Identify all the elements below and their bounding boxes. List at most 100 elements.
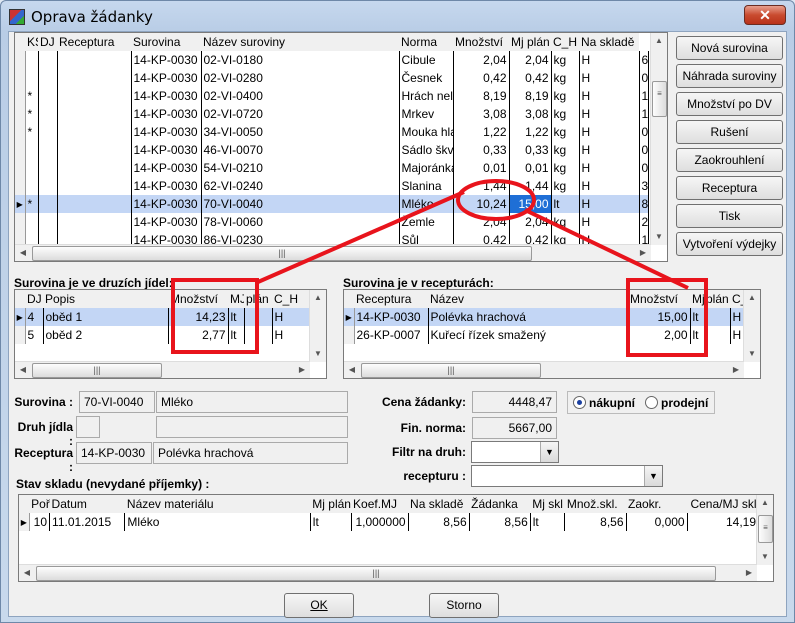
cell-norma[interactable]: 2,04 <box>453 213 510 231</box>
cell-sklad[interactable]: 2,96 <box>639 213 649 231</box>
cell-spacer[interactable] <box>38 213 58 231</box>
scroll-down-icon[interactable]: ▼ <box>651 229 667 245</box>
cell-sklad[interactable]: 8,56 <box>639 195 649 213</box>
stock-grid[interactable]: Poř Datum Název materiálu Mj plán. Koef.… <box>18 494 774 582</box>
table-row[interactable]: *14-KP-003002-VI-0720Mrkev3,083,08kgH1,7… <box>15 105 649 123</box>
cell-mj[interactable]: lt <box>690 308 705 326</box>
cell-ks[interactable] <box>25 69 39 87</box>
scroll-left-icon[interactable]: ◀ <box>19 565 35 581</box>
title-bar[interactable]: Oprava žádanky ✕ <box>1 1 794 31</box>
cell-nazev[interactable]: Kuřecí řízek smažený <box>428 326 629 344</box>
cell-surovina[interactable]: 02-VI-0720 <box>201 105 400 123</box>
col-header-popis[interactable]: Popis <box>43 290 168 308</box>
col-header-por[interactable]: Poř <box>29 495 50 513</box>
cell-sklad[interactable]: 1,81 <box>639 87 649 105</box>
cell-nazev[interactable]: Mouka hladká <box>399 123 454 141</box>
col-header-nazev[interactable]: Název materiálu <box>124 495 311 513</box>
cell-ks[interactable] <box>25 51 39 69</box>
cell-sklad[interactable]: 0,67 <box>639 141 649 159</box>
cell-surovina[interactable]: 02-VI-0180 <box>201 51 400 69</box>
cell-receptura[interactable]: 14-KP-0030 <box>131 195 202 213</box>
cell-dj[interactable] <box>57 87 132 105</box>
cell-mj[interactable]: lt <box>551 195 580 213</box>
cell-mnoz[interactable]: 8,56 <box>564 513 627 531</box>
table-row[interactable]: *14-KP-003002-VI-0400Hrách neloupaný8,19… <box>15 87 649 105</box>
cell-dj[interactable] <box>57 195 132 213</box>
cell-receptura[interactable]: 14-KP-0030 <box>131 141 202 159</box>
cell-norma[interactable]: 10,24 <box>453 195 510 213</box>
cell-dj[interactable] <box>57 105 132 123</box>
cell-datum[interactable]: 11.01.2015 <box>49 513 126 531</box>
storno-button[interactable]: Storno <box>429 593 499 618</box>
cell-plan[interactable] <box>704 308 731 326</box>
col-header-mnoz-skl[interactable]: Množ.skl. <box>564 495 626 513</box>
cell-mjskl[interactable]: lt <box>530 513 566 531</box>
col-header-cena[interactable]: Cena/MJ skl <box>687 495 759 513</box>
col-header-zadanka[interactable]: Žádanka <box>469 495 531 513</box>
ok-button[interactable]: OK <box>284 593 354 618</box>
vertical-scrollbar[interactable]: ▲ ≡ ▼ <box>756 495 773 565</box>
cell-sklad[interactable]: 0,99 <box>639 159 649 177</box>
table-row[interactable]: *14-KP-003034-VI-0050Mouka hladká1,221,2… <box>15 123 649 141</box>
col-header-mj-skl[interactable]: Mj skl <box>530 495 565 513</box>
cell-spacer[interactable] <box>38 87 58 105</box>
cell-ch[interactable]: H <box>579 213 640 231</box>
vertical-scrollbar[interactable]: ▲ ▼ <box>309 290 326 362</box>
cell-dj[interactable] <box>57 159 132 177</box>
cell-norma[interactable]: 3,08 <box>453 105 510 123</box>
cell-spacer[interactable] <box>38 105 58 123</box>
cell-sklad[interactable]: 3,56 <box>639 177 649 195</box>
col-header-mnozstvi[interactable]: Množství <box>453 33 509 51</box>
cell-receptura[interactable]: 14-KP-0030 <box>131 69 202 87</box>
cell-mj[interactable]: lt <box>228 326 245 344</box>
cell-surovina[interactable]: 02-VI-0280 <box>201 69 400 87</box>
chevron-down-icon[interactable]: ▼ <box>540 442 558 462</box>
prodejni-radio[interactable] <box>645 396 658 409</box>
scroll-down-icon[interactable]: ▼ <box>757 549 773 565</box>
cell-ch[interactable]: H <box>579 195 640 213</box>
scroll-thumb[interactable]: ≡ <box>652 81 667 117</box>
ingredients-grid[interactable]: KS DJ Receptura Surovina Název suroviny … <box>14 32 668 262</box>
col-header-surovina[interactable]: Surovina <box>131 33 201 51</box>
cell-ch[interactable]: H <box>579 51 640 69</box>
action-button-2[interactable]: Náhrada suroviny <box>676 64 783 88</box>
scroll-thumb[interactable]: ||| <box>32 363 162 378</box>
cell-dj[interactable] <box>57 213 132 231</box>
scroll-right-icon[interactable]: ▶ <box>728 362 744 378</box>
cell-ks[interactable] <box>25 159 39 177</box>
scroll-right-icon[interactable]: ▶ <box>741 565 757 581</box>
horizontal-scrollbar[interactable]: ◀ ||| ▶ <box>15 361 310 378</box>
cell-mj[interactable]: kg <box>551 69 580 87</box>
cell-sklad[interactable]: 1,70 <box>639 105 649 123</box>
cell-mj[interactable]: kg <box>551 87 580 105</box>
cell-surovina[interactable]: 62-VI-0240 <box>201 177 400 195</box>
cell-mnozstvi[interactable]: 14,23 <box>168 308 229 326</box>
scroll-left-icon[interactable]: ◀ <box>15 245 31 261</box>
cell-mnozstvi[interactable]: 15,00 <box>509 195 552 213</box>
cell-dj[interactable] <box>57 51 132 69</box>
cell-ks[interactable] <box>25 213 39 231</box>
cell-dj[interactable]: 4 <box>25 308 44 326</box>
cell-nazev[interactable]: Žemle <box>399 213 454 231</box>
vertical-scrollbar[interactable]: ▲ ≡ ▼ <box>650 33 667 245</box>
cell-surovina[interactable]: 54-VI-0210 <box>201 159 400 177</box>
action-button-3[interactable]: Množství po DV <box>676 92 783 116</box>
cell-receptura[interactable]: 26-KP-0007 <box>354 326 429 344</box>
cell-spacer[interactable] <box>38 51 58 69</box>
cell-mj[interactable]: lt <box>310 513 352 531</box>
table-row[interactable]: ▶ 14-KP-0030 Polévka hrachová 15,00 lt H <box>344 308 757 326</box>
cell-surovina[interactable]: 70-VI-0040 <box>201 195 400 213</box>
cell-surovina[interactable]: 46-VI-0070 <box>201 141 400 159</box>
scroll-left-icon[interactable]: ◀ <box>344 362 360 378</box>
cell-mnozstvi[interactable]: 3,08 <box>509 105 552 123</box>
cell-nazev[interactable]: Mléko <box>399 195 454 213</box>
cell-receptura[interactable]: 14-KP-0030 <box>131 123 202 141</box>
cell-ch[interactable]: H <box>272 326 314 344</box>
cell-mnozstvi[interactable]: 2,04 <box>509 51 552 69</box>
table-row[interactable]: 5 oběd 2 2,77 lt H <box>15 326 314 344</box>
col-header-mj[interactable]: Mj plán <box>509 33 551 51</box>
cell-ks[interactable] <box>25 141 39 159</box>
cell-ch[interactable]: H <box>272 308 314 326</box>
cell-dj[interactable] <box>57 177 132 195</box>
cell-nazev[interactable]: Polévka hrachová <box>428 308 629 326</box>
